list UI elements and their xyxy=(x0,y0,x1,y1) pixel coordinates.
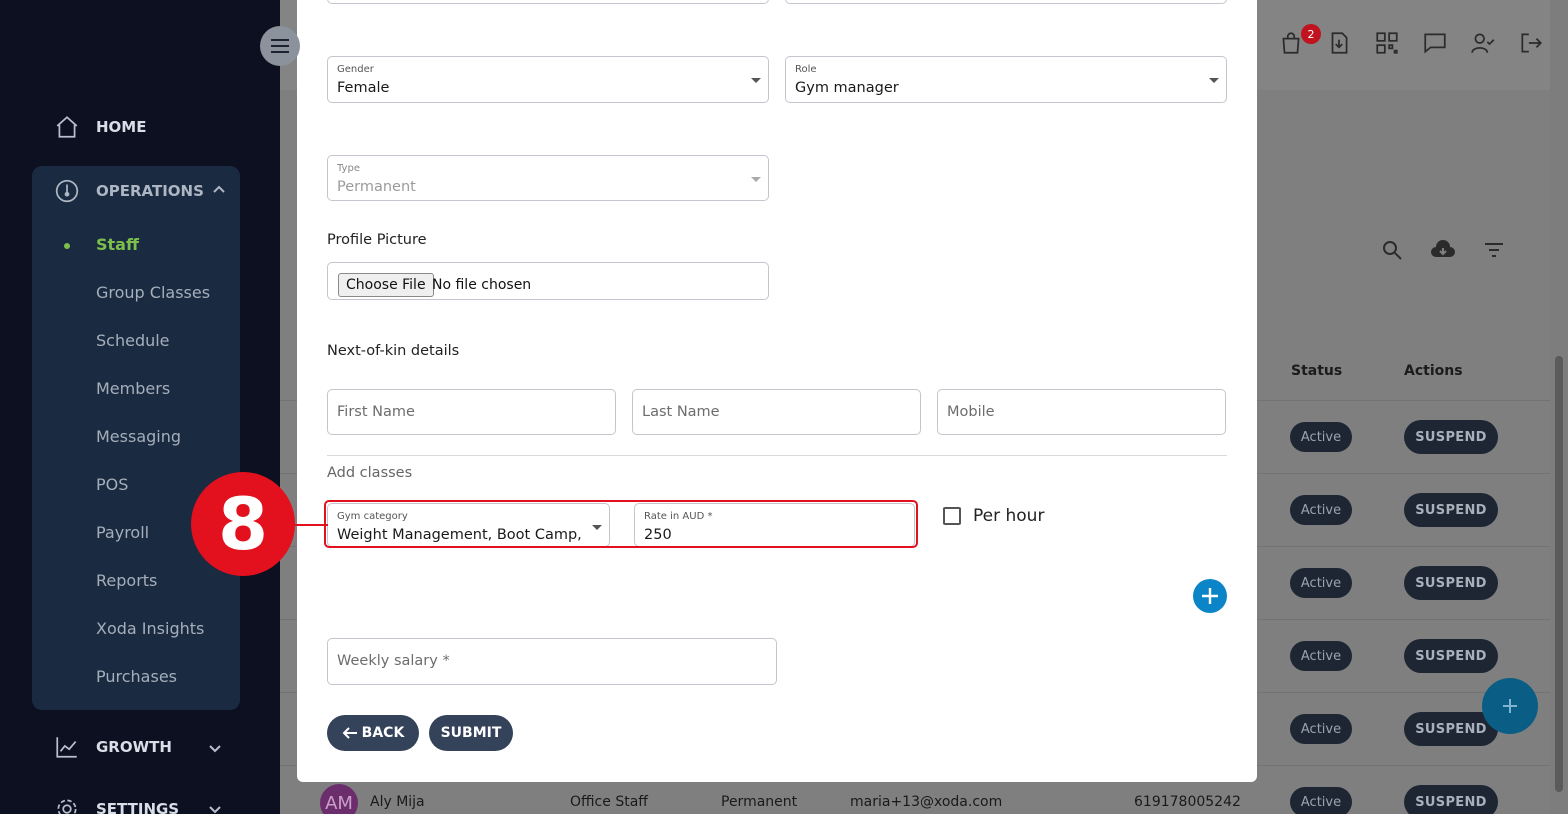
nav-operations[interactable]: OPERATIONS xyxy=(54,178,204,204)
back-button[interactable]: BACK xyxy=(327,715,419,751)
plus-icon xyxy=(1503,699,1517,713)
add-staff-fab[interactable] xyxy=(1482,678,1538,734)
choose-file-button[interactable]: Choose File xyxy=(338,273,434,297)
filter-icon[interactable] xyxy=(1482,238,1506,262)
role-select[interactable]: Role Gym manager xyxy=(785,56,1227,103)
chevron-up-icon[interactable] xyxy=(212,182,226,196)
user-check-icon[interactable] xyxy=(1470,30,1496,56)
download-doc-icon[interactable] xyxy=(1326,30,1352,56)
scrollbar-thumb[interactable] xyxy=(1555,356,1563,792)
caret-down-icon xyxy=(751,177,761,182)
add-classes-label: Add classes xyxy=(327,465,413,481)
type-select[interactable]: Type Permanent xyxy=(327,155,769,201)
table-row[interactable]: AM Aly Mija Office Staff Permanent maria… xyxy=(280,782,1568,814)
sidebar-item-group-classes[interactable]: Group Classes xyxy=(96,283,210,302)
row-role: Office Staff xyxy=(570,794,648,810)
suspend-button[interactable]: SUSPEND xyxy=(1404,785,1498,814)
arrow-left-icon xyxy=(342,727,357,739)
nav-home[interactable]: HOME xyxy=(54,114,146,140)
submit-button[interactable]: SUBMIT xyxy=(429,715,513,751)
next-of-kin-label: Next-of-kin details xyxy=(327,343,460,359)
operations-group: OPERATIONS Staff Group Classes Schedule … xyxy=(32,166,240,710)
sidebar-item-schedule[interactable]: Schedule xyxy=(96,331,170,350)
column-header-status: Status xyxy=(1291,363,1343,379)
sidebar-item-reports[interactable]: Reports xyxy=(96,571,157,590)
home-icon xyxy=(56,116,78,138)
row-phone: 619178005242 xyxy=(1134,794,1241,810)
highlight-box xyxy=(324,500,918,548)
notification-badge: 2 xyxy=(1301,24,1321,44)
sidebar-item-messaging[interactable]: Messaging xyxy=(96,427,181,446)
kin-first-name-input[interactable]: First Name xyxy=(327,389,616,435)
sidebar-item-members[interactable]: Members xyxy=(96,379,170,398)
sidebar: HOME OPERATIONS Staff Group Classes Sche… xyxy=(0,0,280,814)
plus-icon xyxy=(1202,588,1218,604)
nav-settings[interactable]: SETTINGS xyxy=(54,796,179,814)
nav-settings-label: SETTINGS xyxy=(96,800,180,814)
nav-home-label: HOME xyxy=(96,118,147,136)
nav-operations-label: OPERATIONS xyxy=(96,182,204,200)
sidebar-item-pos[interactable]: POS xyxy=(96,475,128,494)
status-badge: Active xyxy=(1290,641,1352,671)
logout-icon[interactable] xyxy=(1518,30,1544,56)
menu-toggle-button[interactable] xyxy=(260,26,300,66)
scrollbar[interactable] xyxy=(1550,0,1568,814)
avatar: AM xyxy=(320,784,358,814)
profile-picture-input[interactable]: Choose File No file chosen xyxy=(327,262,769,300)
chevron-down-icon[interactable] xyxy=(208,803,222,814)
status-badge: Active xyxy=(1290,422,1352,452)
sidebar-item-xoda-insights[interactable]: Xoda Insights xyxy=(96,619,204,638)
nav-growth-label: GROWTH xyxy=(96,738,172,756)
suspend-button[interactable]: SUSPEND xyxy=(1404,639,1498,673)
cloud-download-icon[interactable] xyxy=(1430,238,1456,262)
step-marker-line xyxy=(290,524,328,526)
profile-picture-label: Profile Picture xyxy=(327,232,427,248)
sidebar-item-payroll[interactable]: Payroll xyxy=(96,523,149,542)
sidebar-item-staff[interactable]: Staff xyxy=(96,235,139,254)
step-marker: 8 xyxy=(191,472,295,576)
status-badge: Active xyxy=(1290,787,1352,814)
nav-growth[interactable]: GROWTH xyxy=(54,734,172,760)
status-badge: Active xyxy=(1290,495,1352,525)
menu-icon xyxy=(271,39,289,53)
per-hour-checkbox[interactable] xyxy=(943,507,961,525)
sidebar-item-purchases[interactable]: Purchases xyxy=(96,667,177,686)
status-badge: Active xyxy=(1290,714,1352,744)
active-dot xyxy=(64,243,70,249)
suspend-button[interactable]: SUSPEND xyxy=(1404,566,1498,600)
row-type: Permanent xyxy=(721,794,798,810)
chat-icon[interactable] xyxy=(1422,30,1448,56)
search-icon[interactable] xyxy=(1380,238,1404,262)
staff-form-modal: Gender Female Role Gym manager Type Perm… xyxy=(297,0,1257,782)
status-badge: Active xyxy=(1290,568,1352,598)
gear-icon xyxy=(57,799,77,814)
per-hour-label: Per hour xyxy=(973,506,1045,526)
weekly-salary-input[interactable]: Weekly salary * xyxy=(327,638,777,685)
file-status: No file chosen xyxy=(432,277,532,293)
row-name: Aly Mija xyxy=(370,794,425,810)
chart-line-icon xyxy=(56,737,77,758)
suspend-button[interactable]: SUSPEND xyxy=(1404,420,1498,454)
column-header-actions: Actions xyxy=(1404,363,1463,379)
caret-down-icon xyxy=(751,78,761,83)
qr-code-icon[interactable] xyxy=(1374,30,1400,56)
suspend-button[interactable]: SUSPEND xyxy=(1404,493,1498,527)
chevron-down-icon[interactable] xyxy=(208,742,222,756)
kin-last-name-input[interactable]: Last Name xyxy=(632,389,921,435)
gender-select[interactable]: Gender Female xyxy=(327,56,769,103)
compass-icon xyxy=(55,179,79,203)
row-email: maria+13@xoda.com xyxy=(850,794,1003,810)
add-class-button[interactable] xyxy=(1193,579,1227,613)
caret-down-icon xyxy=(1209,78,1219,83)
kin-mobile-input[interactable]: Mobile xyxy=(937,389,1226,435)
